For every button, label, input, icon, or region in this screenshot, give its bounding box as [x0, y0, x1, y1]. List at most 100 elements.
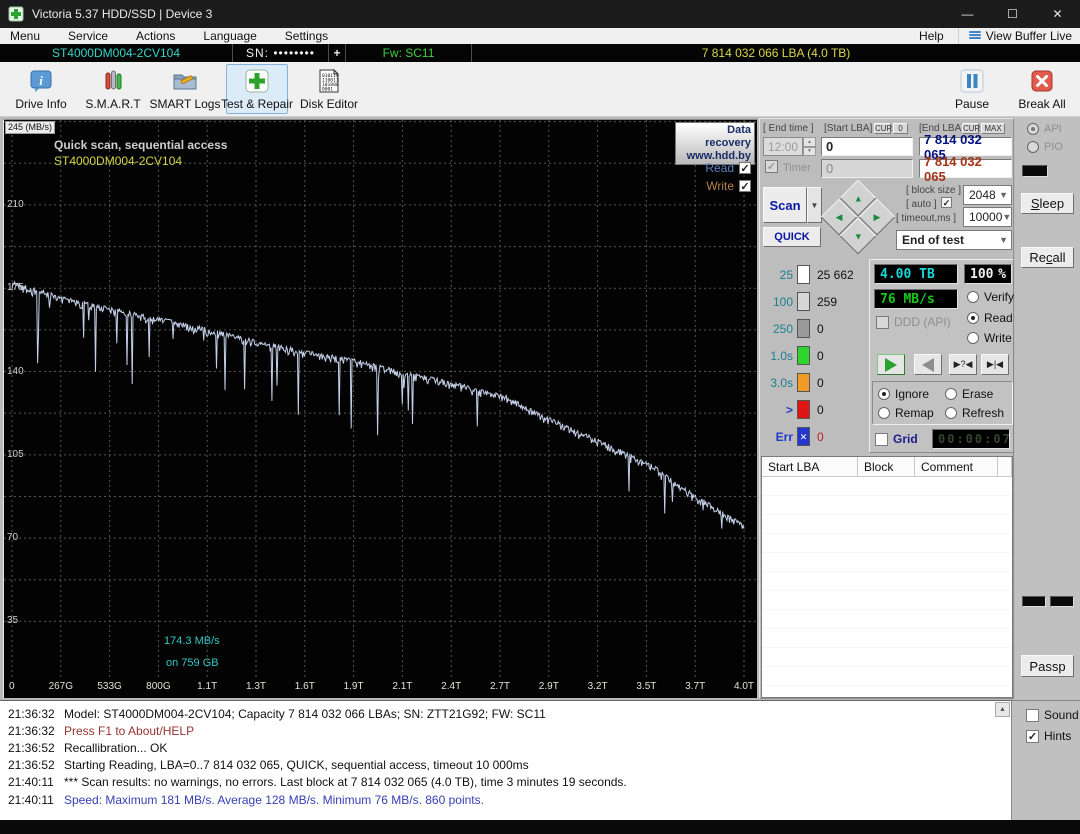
- menu-item-menu[interactable]: Menu: [0, 28, 54, 44]
- log-panel[interactable]: 21:36:32Model: ST4000DM004-2CV104; Capac…: [0, 700, 1012, 820]
- cursor-speed-tooltip: 174.3 MB/s: [164, 635, 220, 647]
- read-radio[interactable]: [967, 312, 979, 324]
- seek-question-button[interactable]: ▶?◀: [949, 354, 977, 375]
- close-button[interactable]: ✕: [1035, 0, 1080, 28]
- stat-count: 0: [817, 349, 824, 363]
- sleep-button[interactable]: Sleep: [1021, 193, 1074, 214]
- start-lba-cur-button[interactable]: CUR: [874, 123, 891, 134]
- sound-option[interactable]: Sound: [1026, 708, 1079, 722]
- graph-subtitle: ST4000DM004-2CV104: [54, 154, 182, 168]
- quick-button[interactable]: QUICK: [763, 227, 821, 247]
- auto-checkbox[interactable]: [941, 197, 952, 208]
- scan-button[interactable]: Scan: [763, 187, 807, 223]
- recall-button[interactable]: Recall: [1021, 247, 1074, 268]
- test-control-panel: [ End time ] [Start LBA] CUR 0 [End LBA]…: [759, 118, 1014, 699]
- stat-block: [797, 400, 810, 419]
- break-all-button[interactable]: Break All: [1014, 64, 1070, 114]
- verify-option[interactable]: Verify: [967, 290, 1014, 304]
- end-time-spinner[interactable]: 12:00 ▲▼: [763, 137, 816, 156]
- start-lba-zero-button[interactable]: 0: [893, 123, 908, 134]
- end-time-label: [ End time ]: [763, 123, 814, 134]
- capacity-lcd: 4.00 TB: [874, 264, 958, 284]
- write-option[interactable]: Write: [967, 331, 1012, 345]
- ddd-option[interactable]: DDD (API): [876, 315, 951, 329]
- block-size-label: [ block size ]: [906, 185, 961, 196]
- erase-radio[interactable]: [945, 388, 957, 400]
- smart-label: S.M.A.R.T: [85, 97, 140, 111]
- spinner-arrows[interactable]: ▲▼: [803, 137, 816, 156]
- seek-diamond-pad: ▲ ◀ ▶ ▼: [826, 185, 890, 249]
- timeout-select[interactable]: 10000▼: [963, 207, 1012, 227]
- api-option[interactable]: API: [1027, 123, 1062, 135]
- defect-table[interactable]: Start LBA Block Comment: [761, 456, 1013, 698]
- menu-item-language[interactable]: Language: [189, 28, 270, 44]
- test-repair-label: Test & Repair: [221, 97, 293, 111]
- log-scroll-up-button[interactable]: ▲: [995, 702, 1010, 717]
- refresh-radio[interactable]: [945, 407, 957, 419]
- remap-radio[interactable]: [878, 407, 890, 419]
- menu-item-settings[interactable]: Settings: [271, 28, 342, 44]
- col-comment[interactable]: Comment: [915, 457, 998, 476]
- log-side-options: Sound Hints: [1012, 700, 1080, 820]
- last-block-value: 7 814 032 065: [919, 159, 1012, 178]
- read-option[interactable]: Read: [967, 311, 1013, 325]
- erase-option[interactable]: Erase: [945, 387, 993, 401]
- progress-subpanel: 4.00 TB 100% 76 MB/s Verify Read Write D…: [869, 259, 1014, 453]
- disk-editor-button[interactable]: 010110 110011 101000 0001 Disk Editor: [298, 64, 360, 114]
- speed-graph[interactable]: 245 (MB/s) 2101751401057035 Quick scan, …: [3, 119, 757, 698]
- seek-edge-button[interactable]: ▶|◀: [981, 354, 1009, 375]
- scan-dropdown-button[interactable]: ▼: [807, 187, 822, 223]
- end-of-test-select[interactable]: End of test▼: [896, 230, 1012, 250]
- ignore-radio[interactable]: [878, 388, 890, 400]
- grid-checkbox[interactable]: [875, 433, 888, 446]
- play-forward-button[interactable]: [877, 354, 905, 375]
- hints-option[interactable]: Hints: [1026, 729, 1071, 743]
- drive-info-button[interactable]: i Drive Info: [10, 64, 72, 114]
- read-checkbox[interactable]: [739, 162, 751, 174]
- ddd-checkbox[interactable]: [876, 316, 889, 329]
- y-tick-label: 140: [7, 366, 24, 377]
- timer-checkbox[interactable]: [765, 160, 778, 173]
- view-buffer-live-button[interactable]: View Buffer Live: [958, 28, 1080, 44]
- side-indicator-lcd: [1022, 165, 1048, 177]
- pio-option[interactable]: PIO: [1027, 141, 1063, 153]
- drive-firmware: Fw: SC11: [346, 44, 472, 62]
- api-radio[interactable]: [1027, 123, 1039, 135]
- test-repair-button[interactable]: Test & Repair: [226, 64, 288, 114]
- write-checkbox[interactable]: [739, 180, 751, 192]
- minimize-button[interactable]: —: [945, 0, 990, 28]
- refresh-option[interactable]: Refresh: [945, 406, 1004, 420]
- ignore-option[interactable]: Ignore: [878, 387, 929, 401]
- hints-checkbox[interactable]: [1026, 730, 1039, 743]
- remap-option[interactable]: Remap: [878, 406, 934, 420]
- start-lba-input[interactable]: 0: [821, 137, 913, 156]
- x-axis-labels: 0267G533G800G1.1T1.3T1.6T1.9T2.1T2.4T2.7…: [4, 681, 758, 697]
- y-tick-label: 70: [7, 532, 18, 543]
- col-start-lba[interactable]: Start LBA: [762, 457, 858, 476]
- smart-button[interactable]: S.M.A.R.T: [82, 64, 144, 114]
- menu-item-help[interactable]: Help: [909, 28, 958, 44]
- grid-option[interactable]: Grid: [875, 432, 918, 446]
- sound-checkbox[interactable]: [1026, 709, 1039, 722]
- pause-button[interactable]: Pause: [944, 64, 1000, 114]
- x-tick-label: 2.1T: [392, 681, 412, 692]
- serial-reveal-button[interactable]: +: [329, 44, 346, 62]
- menu-item-service[interactable]: Service: [54, 28, 122, 44]
- block-size-select[interactable]: 2048▼: [963, 185, 1012, 205]
- pio-radio[interactable]: [1027, 141, 1039, 153]
- break-all-label: Break All: [1018, 97, 1065, 111]
- play-backward-button[interactable]: [914, 354, 942, 375]
- maximize-button[interactable]: ☐: [990, 0, 1035, 28]
- write-radio[interactable]: [967, 332, 979, 344]
- stat-row-over: >0: [763, 400, 824, 419]
- col-block[interactable]: Block: [858, 457, 915, 476]
- sleep-label: leep: [1040, 196, 1065, 211]
- timer-input[interactable]: 0: [821, 159, 913, 178]
- defect-table-body: [762, 477, 1012, 697]
- passp-button[interactable]: Passp: [1021, 655, 1074, 677]
- menu-item-actions[interactable]: Actions: [122, 28, 189, 44]
- verify-radio[interactable]: [967, 291, 979, 303]
- x-tick-label: 3.2T: [588, 681, 608, 692]
- smart-logs-button[interactable]: SMART Logs: [154, 64, 216, 114]
- cursor-position-tooltip: on 759 GB: [166, 657, 219, 669]
